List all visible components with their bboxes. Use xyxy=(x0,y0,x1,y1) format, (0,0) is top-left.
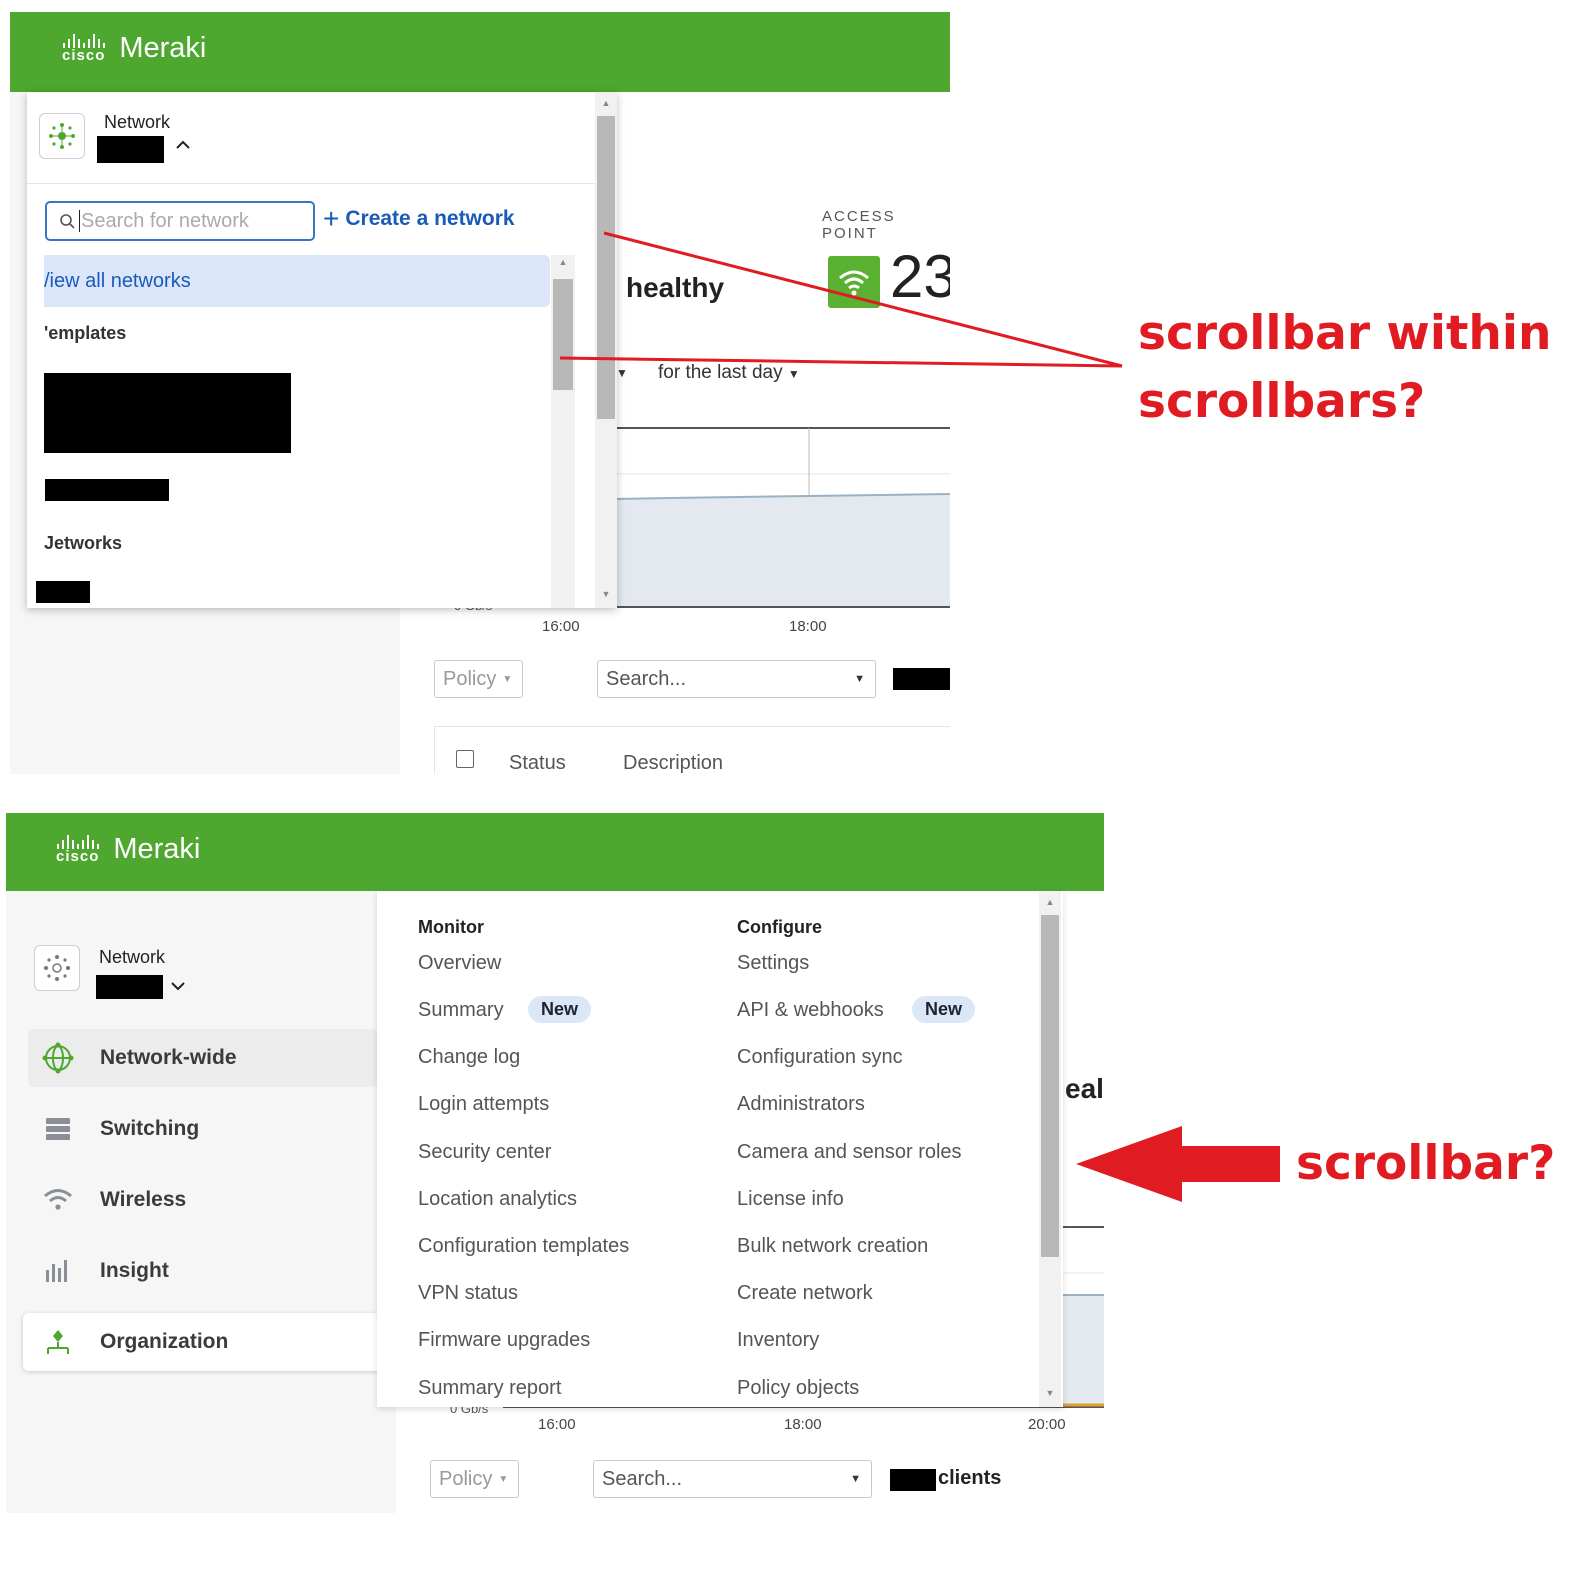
annotation-arrow-icon xyxy=(1076,1126,1280,1202)
annotation-top-line2: scrollbars? xyxy=(1138,374,1426,429)
annotation-bottom: scrollbar? xyxy=(1296,1136,1556,1191)
annotation-lines xyxy=(559,231,1123,368)
annotation-top-line1: scrollbar within xyxy=(1138,306,1552,361)
